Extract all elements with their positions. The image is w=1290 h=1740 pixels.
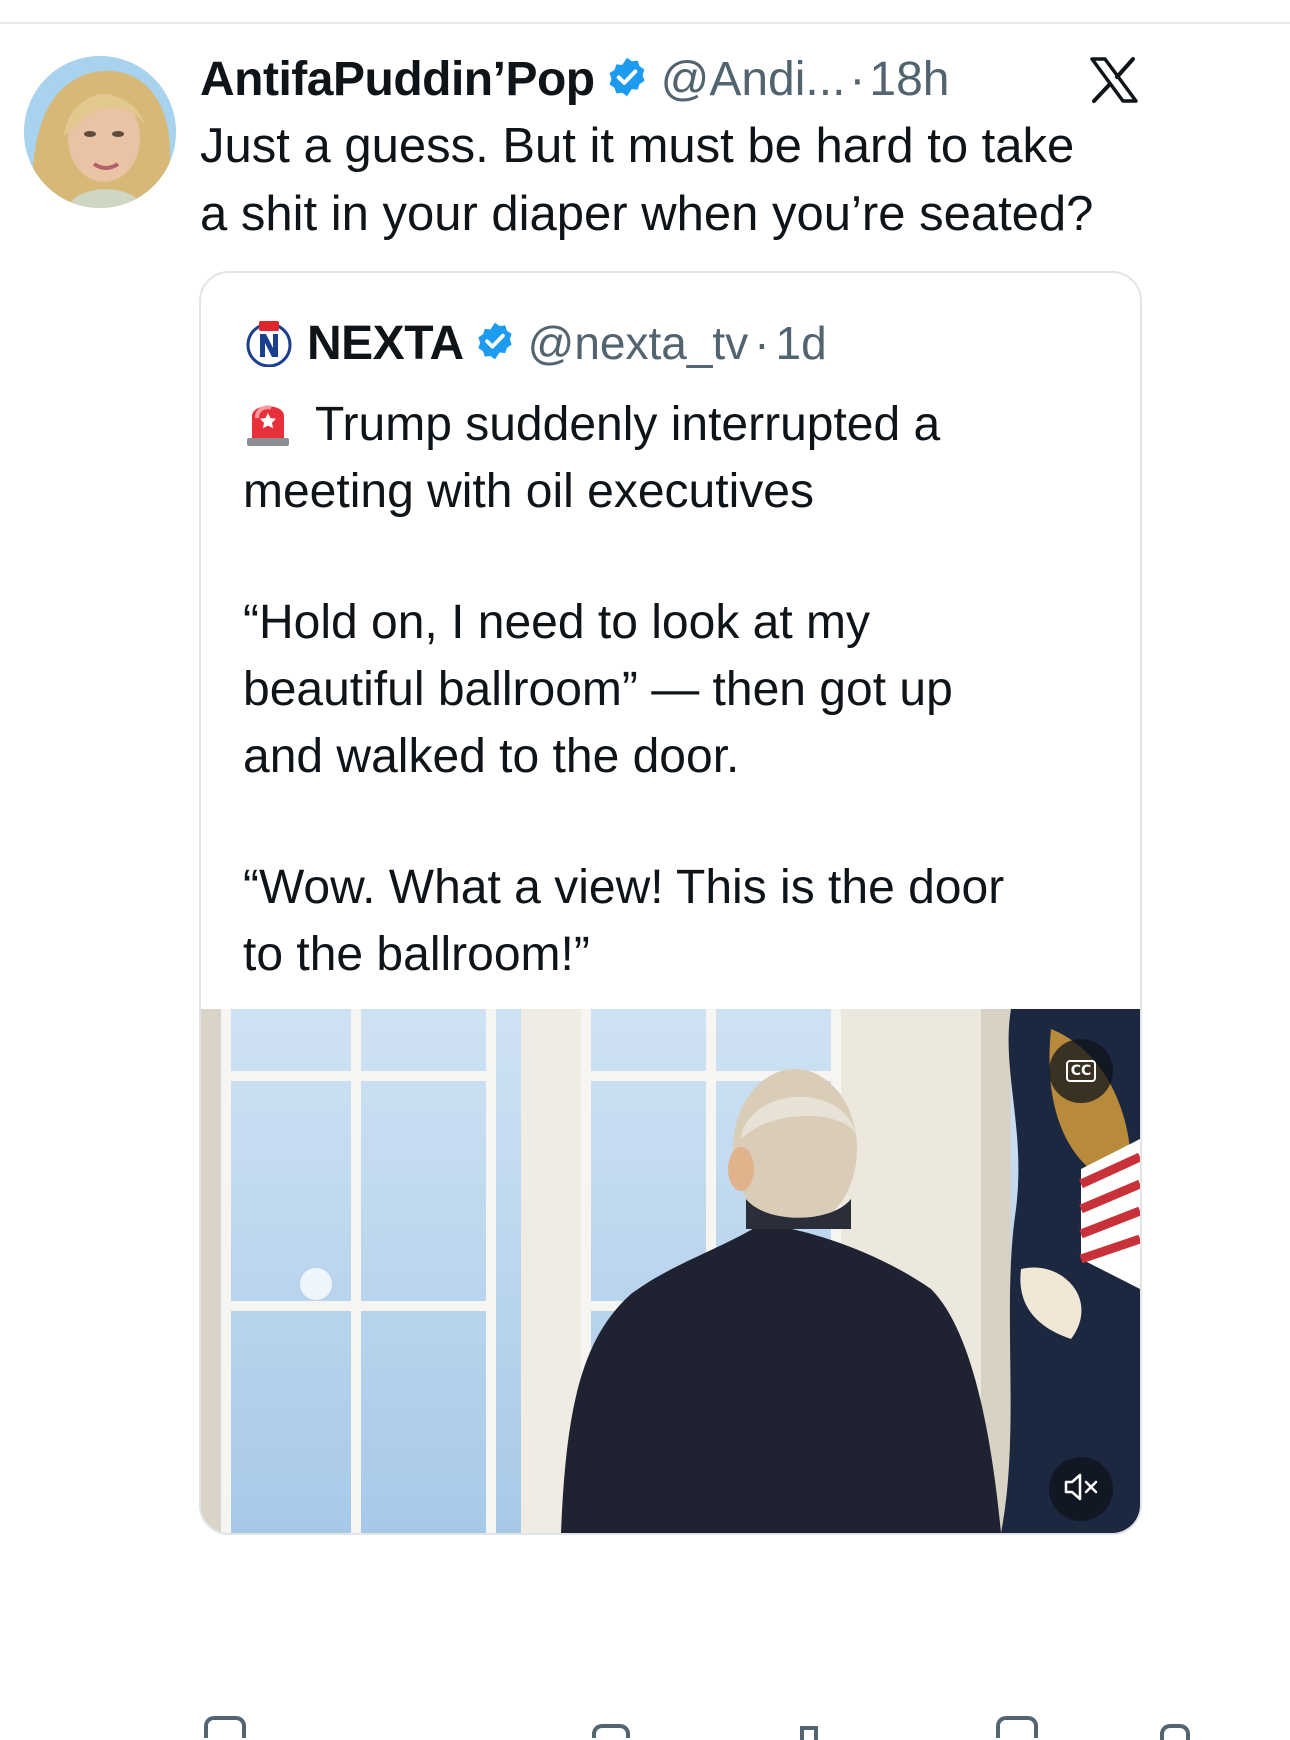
closed-captions-button[interactable]: CC [1049,1039,1113,1103]
quoted-tweet-text: Trump suddenly interrupted a meeting wit… [243,391,1123,988]
tweet-header: AntifaPuddin’Pop @Andi... · 18h [200,48,950,110]
quoted-text-line: meeting with oil executives [243,465,814,518]
tweet-text: Just a guess. But it must be hard to tak… [200,112,1260,248]
video-frame [201,1009,1140,1533]
like-icon[interactable] [592,1724,630,1738]
separator-dot: · [754,317,770,369]
timestamp[interactable]: 18h [869,52,949,107]
quoted-tweet-header: NEXTA @nexta_tv · 1d [245,313,827,373]
nexta-logo-icon [245,319,293,368]
mute-button[interactable] [1049,1457,1113,1521]
quoted-paragraph: “Hold on, I need to look at my beautiful… [243,589,1123,790]
quoted-timestamp[interactable]: 1d [776,316,827,370]
top-divider [0,22,1290,24]
tweet-text-line: Just a guess. But it must be hard to tak… [200,119,1075,173]
quoted-tweet-card[interactable]: NEXTA @nexta_tv · 1d Trump suddenly inte… [199,271,1142,1535]
handle[interactable]: @Andi... [661,52,846,107]
quoted-text-line: beautiful ballroom” — then got up [243,663,953,716]
verified-badge-icon [474,320,516,367]
quoted-text-line: “Wow. What a view! This is the door [243,861,1005,914]
x-logo-icon[interactable] [1090,56,1138,104]
quoted-text-line-content: Trump suddenly interrupted a [315,398,941,451]
verified-badge-icon [605,55,649,104]
cc-icon: CC [1065,1060,1097,1082]
reply-icon[interactable] [204,1716,246,1738]
action-bar [0,1716,1290,1740]
separator-dot: · [849,52,866,106]
quoted-display-name[interactable]: NEXTA [307,316,464,371]
avatar[interactable] [24,56,176,208]
quoted-text-line: “Hold on, I need to look at my [243,596,870,649]
speaker-muted-icon [1063,1472,1099,1507]
video-player[interactable]: CC [201,1009,1140,1533]
quoted-text-line: and walked to the door. [243,730,740,783]
quoted-handle[interactable]: @nexta_tv [528,316,749,370]
quoted-text-line: to the ballroom!” [243,928,590,981]
siren-icon [243,394,293,448]
avatar-image [24,56,176,208]
tweet-text-line: a shit in your diaper when you’re seated… [200,187,1094,241]
quoted-paragraph: Trump suddenly interrupted a meeting wit… [243,391,1123,525]
bookmark-icon[interactable] [996,1716,1038,1738]
quoted-paragraph: “Wow. What a view! This is the door to t… [243,854,1123,988]
display-name[interactable]: AntifaPuddin’Pop [200,52,595,107]
quoted-text-line: Trump suddenly interrupted a [243,391,1123,458]
